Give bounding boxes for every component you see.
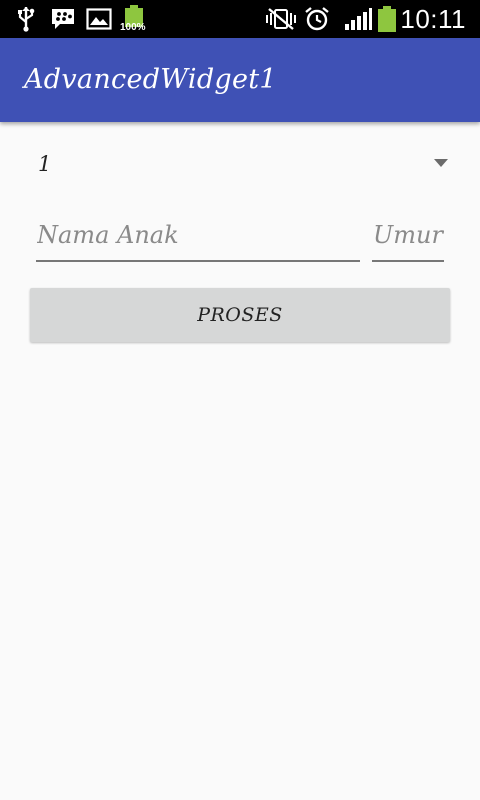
signal-icon <box>344 0 372 38</box>
app-title: AdvancedWidget1 <box>24 64 277 95</box>
status-time: 10:11 <box>400 4 466 34</box>
child-name-field <box>36 216 360 262</box>
dropdown-arrow-icon <box>434 159 448 167</box>
bbm-icon <box>50 0 76 38</box>
age-input[interactable] <box>372 216 444 260</box>
spinner-selected-value: 1 <box>38 152 52 176</box>
vibrate-icon <box>266 0 296 38</box>
usb-icon <box>14 0 38 38</box>
gallery-icon <box>86 0 112 38</box>
age-field <box>372 216 444 262</box>
child-name-input[interactable] <box>36 216 360 260</box>
alarm-icon <box>304 0 330 38</box>
battery-percent: 100% <box>120 22 146 33</box>
number-spinner[interactable]: 1 <box>30 144 450 184</box>
battery-icon <box>376 0 398 38</box>
app-bar: AdvancedWidget1 <box>0 38 480 122</box>
proses-button[interactable]: PROSES <box>30 288 450 342</box>
status-bar: 100% 10:11 <box>0 0 480 38</box>
